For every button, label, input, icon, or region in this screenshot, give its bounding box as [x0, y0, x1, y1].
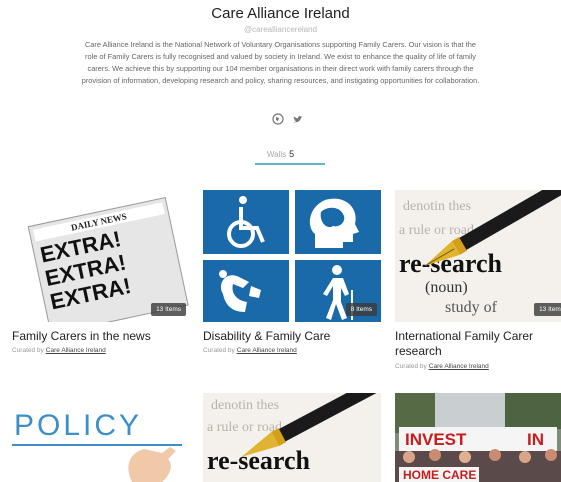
protest-image: INVEST IN HOME CARE: [395, 393, 561, 482]
card-thumbnail[interactable]: DAILY NEWS EXTRA! EXTRA! EXTRA! 13 Items: [12, 190, 190, 322]
policy-image: POLICY: [12, 393, 190, 482]
research-pen-image: denotin thes a rule or road c re-search: [203, 393, 381, 482]
item-count-badge: 13 Items: [534, 303, 561, 316]
svg-text:denotin thes: denotin thes: [403, 199, 471, 214]
card-curator: Curated by Care Alliance Ireland: [12, 347, 106, 354]
policy-word: POLICY: [14, 409, 142, 442]
twitter-icon[interactable]: [291, 112, 305, 126]
card-thumbnail[interactable]: 8 Items: [203, 190, 381, 322]
card-title[interactable]: Family Carers in the news: [12, 329, 190, 344]
curator-link[interactable]: Care Alliance Ireland: [429, 363, 489, 370]
card-curator: Curated by Care Alliance Ireland: [203, 347, 297, 354]
card-thumbnail[interactable]: POLICY: [12, 393, 190, 482]
card-thumbnail[interactable]: denotin thes a rule or road c re-search: [203, 393, 381, 482]
profile-description: Care Alliance Ireland is the National Ne…: [81, 40, 480, 85]
walls-label: Walls: [266, 150, 287, 159]
card-thumbnail[interactable]: denotin thes a rule or road c re-search …: [395, 190, 561, 322]
curator-link[interactable]: Care Alliance Ireland: [46, 347, 106, 354]
banner-invest: INVEST: [405, 430, 467, 449]
page-title: Care Alliance Ireland: [211, 5, 350, 22]
walls-active-indicator: [255, 163, 325, 165]
walls-stat[interactable]: Walls 5: [0, 149, 561, 159]
item-count-badge: 13 Items: [151, 303, 186, 316]
research-noun: (noun): [425, 279, 468, 296]
card-thumbnail[interactable]: INVEST IN HOME CARE: [395, 393, 561, 482]
banner-in: IN: [527, 430, 544, 449]
banner-home-care: HOME CARE: [403, 468, 476, 482]
card-title[interactable]: Disability & Family Care: [203, 329, 381, 344]
globe-icon[interactable]: [271, 112, 285, 126]
item-count-badge: 8 Items: [345, 303, 377, 316]
curator-link[interactable]: Care Alliance Ireland: [237, 347, 297, 354]
research-definition: study of: [445, 299, 498, 316]
svg-text:denotin thes: denotin thes: [211, 398, 279, 413]
social-links: [271, 112, 311, 126]
card-title[interactable]: International Family Carer research: [395, 329, 561, 359]
walls-count: 5: [289, 149, 295, 159]
card-curator: Curated by Care Alliance Ireland: [395, 363, 489, 370]
profile-handle[interactable]: @carealliancereland: [0, 25, 561, 34]
